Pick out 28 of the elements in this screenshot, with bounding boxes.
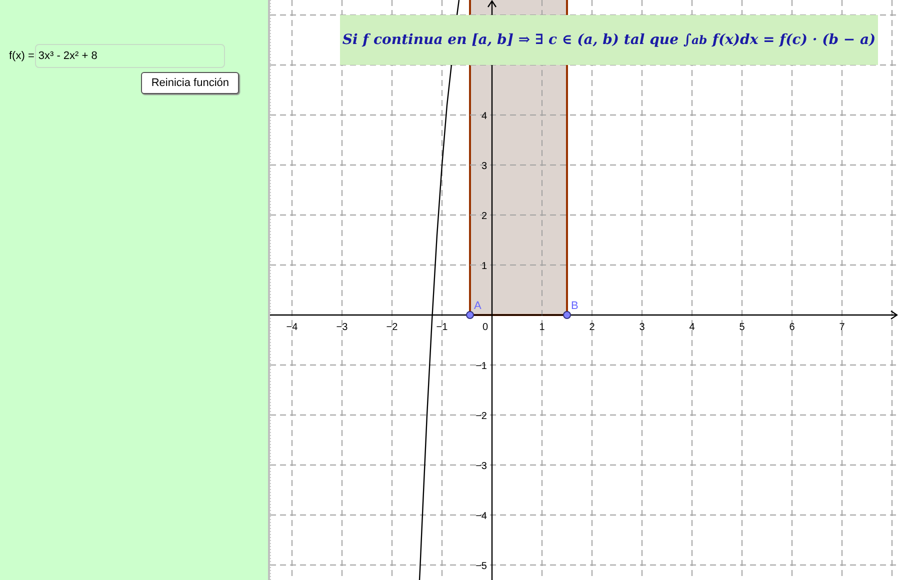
axis-label: −1 bbox=[476, 361, 487, 372]
axis-label: 2 bbox=[481, 211, 487, 222]
origin-label: 0 bbox=[482, 322, 488, 333]
reset-button[interactable]: Reinicia función bbox=[141, 72, 239, 94]
axis-label: −2 bbox=[476, 411, 487, 422]
axis-label: −4 bbox=[476, 511, 487, 522]
point-marker[interactable] bbox=[563, 311, 571, 319]
axis-label: 7 bbox=[839, 322, 845, 333]
axis-label: 4 bbox=[689, 322, 695, 333]
axis-label: −5 bbox=[476, 561, 487, 572]
axis-label: 5 bbox=[739, 322, 745, 333]
axis-label: −1 bbox=[436, 322, 448, 333]
axis-label: 4 bbox=[481, 111, 487, 122]
axis-label: 1 bbox=[481, 261, 487, 272]
axis-label: 3 bbox=[481, 161, 487, 172]
point-label: A bbox=[474, 300, 482, 312]
axis-label: 3 bbox=[639, 322, 645, 333]
axis-label: 2 bbox=[589, 322, 595, 333]
point-label: B bbox=[571, 300, 578, 312]
axis-label: −3 bbox=[476, 461, 487, 472]
axis-label: 6 bbox=[789, 322, 795, 333]
point-marker[interactable] bbox=[466, 311, 474, 319]
axis-label: −3 bbox=[336, 322, 348, 333]
axis-label: −2 bbox=[386, 322, 398, 333]
axis-label: −4 bbox=[286, 322, 298, 333]
function-input[interactable]: 3x³ - 2x² + 8 bbox=[35, 44, 226, 68]
function-label: f(x) = bbox=[9, 50, 34, 62]
axis-label: 1 bbox=[539, 322, 545, 333]
